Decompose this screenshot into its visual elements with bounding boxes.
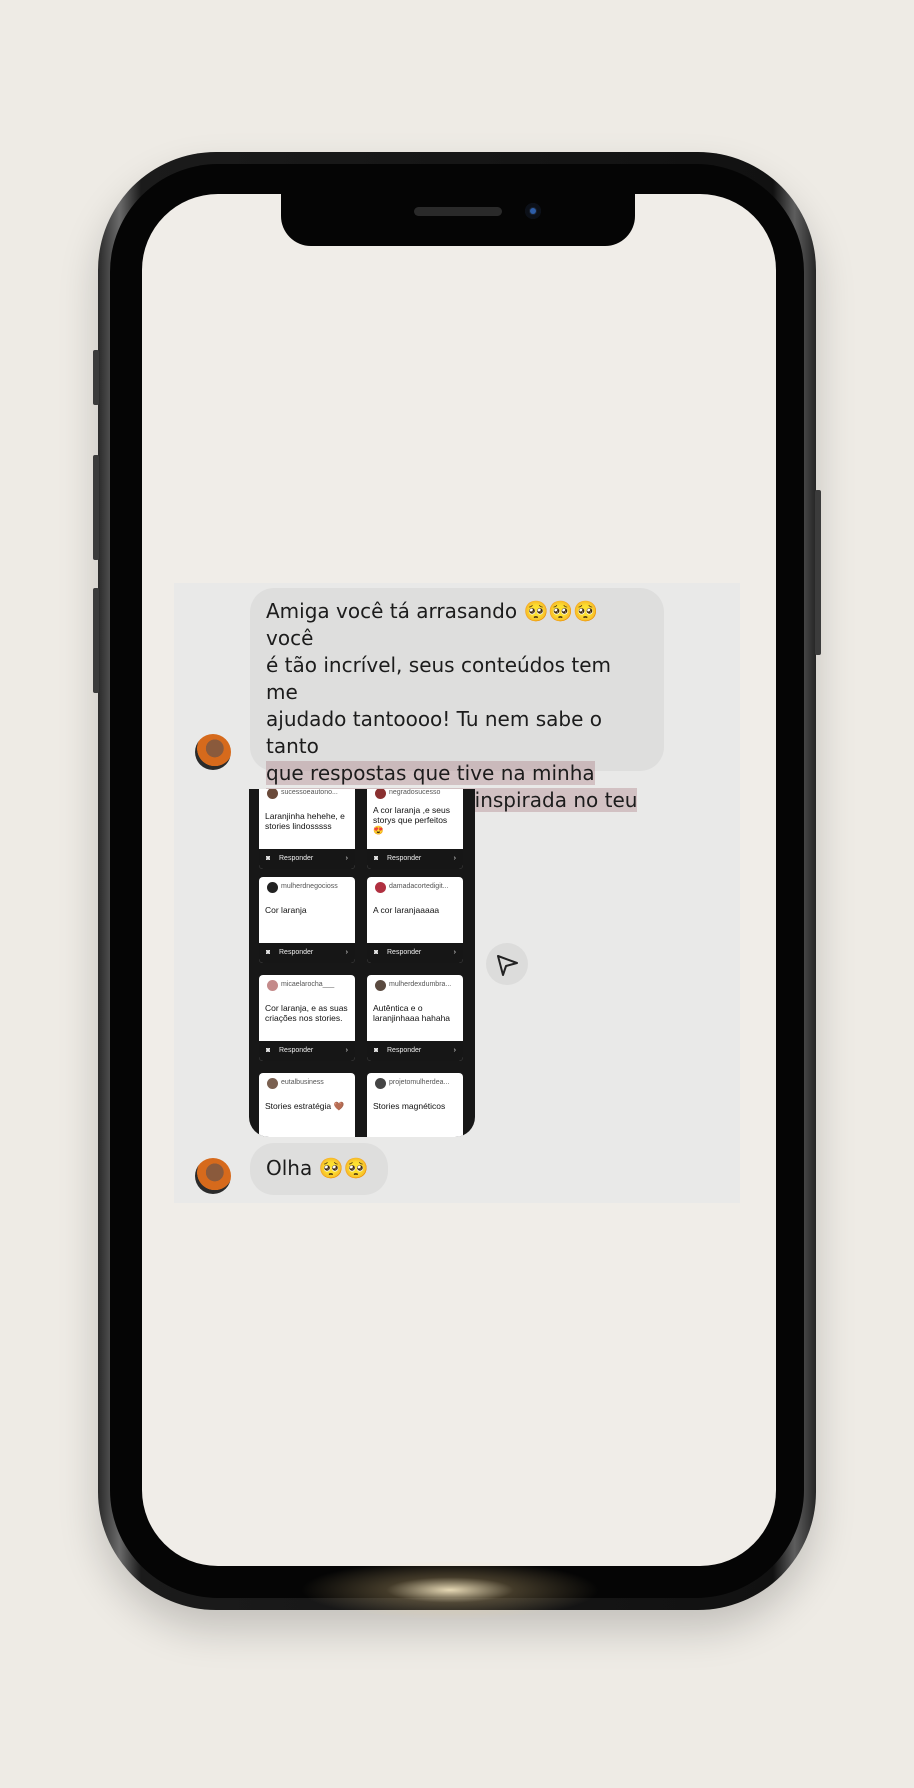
avatar — [375, 1078, 386, 1089]
story-reply-tile: mulherdnegocioss Cor laranja ◙ Responder › — [259, 877, 355, 963]
front-camera — [525, 203, 541, 219]
username: mulherdexdumbra... — [389, 981, 452, 988]
chevron-right-icon: › — [345, 949, 348, 956]
message-line: ajudado tantoooo! Tu nem sabe o tanto — [266, 707, 602, 758]
story-reply-tile: projetomulherdea... Stories magnéticos — [367, 1073, 463, 1137]
side-button-volume-up — [93, 455, 99, 560]
reply-bar: ◙ Responder › — [259, 943, 355, 963]
speaker — [414, 207, 502, 216]
chevron-right-icon: › — [453, 949, 456, 956]
story-reply-tile: mulherdexdumbra... Autêntica e o laranji… — [367, 975, 463, 1061]
story-reply-tile: micaelarocha___ Cor laranja, e as suas c… — [259, 975, 355, 1061]
side-button-silent — [93, 350, 99, 405]
reply-bar: ◙ Responder › — [259, 849, 355, 869]
reply-bar: ◙ Responder › — [367, 1041, 463, 1061]
message-line-highlighted: que respostas que tive na minha — [266, 761, 595, 785]
avatar — [195, 734, 231, 770]
username: damadacortedigit... — [389, 883, 449, 890]
username: projetomulherdea... — [389, 1079, 450, 1086]
username: micaelarocha___ — [281, 981, 335, 988]
reply-message: Cor laranja — [265, 905, 307, 915]
paper-plane-icon — [497, 955, 518, 976]
side-button-power — [815, 490, 821, 655]
camera-icon: ◙ — [266, 1047, 271, 1054]
avatar — [267, 789, 278, 799]
message-text: Olha 🥺🥺 — [266, 1156, 369, 1180]
camera-icon: ◙ — [374, 1047, 379, 1054]
light-glow — [300, 1560, 600, 1620]
reply-message: Laranjinha hehehe, e stories lindosssss — [265, 811, 345, 831]
story-reply-tile: sucessoeautono... Laranjinha hehehe, e s… — [259, 789, 355, 869]
story-replies-image[interactable]: sucessoeautono... Laranjinha hehehe, e s… — [249, 789, 475, 1137]
reply-bar: ◙ Responder › — [367, 849, 463, 869]
story-reply-tile: eutalbusiness Stories estratégia 🤎 — [259, 1073, 355, 1137]
story-reply-tile: damadacortedigit... A cor laranjaaaaa ◙ R… — [367, 877, 463, 963]
avatar — [375, 980, 386, 991]
side-button-volume-down — [93, 588, 99, 693]
username: sucessoeautono... — [281, 789, 338, 796]
chevron-right-icon: › — [453, 1047, 456, 1054]
camera-icon: ◙ — [374, 949, 379, 956]
avatar — [267, 1078, 278, 1089]
username: mulherdnegocioss — [281, 883, 338, 890]
reply-bar: ◙ Responder › — [259, 1041, 355, 1061]
chevron-right-icon: › — [345, 1047, 348, 1054]
avatar — [375, 789, 386, 799]
message-line: é tão incrível, seus conteúdos tem me — [266, 653, 612, 704]
message-line: Amiga você tá arrasando 🥺🥺🥺 você — [266, 599, 599, 650]
share-button[interactable] — [486, 943, 528, 985]
chevron-right-icon: › — [345, 855, 348, 862]
avatar — [267, 980, 278, 991]
reply-message: Stories magnéticos — [373, 1101, 446, 1111]
message-bubble: Olha 🥺🥺 — [250, 1143, 388, 1195]
notch — [281, 194, 635, 246]
avatar — [267, 882, 278, 893]
reply-message: Cor laranja, e as suas criações nos stor… — [265, 1003, 348, 1023]
camera-icon: ◙ — [266, 949, 271, 956]
reply-bar: ◙ Responder › — [367, 943, 463, 963]
camera-icon: ◙ — [374, 855, 379, 862]
reply-message: A cor laranjaaaaa — [373, 905, 440, 915]
story-reply-tile: negradosucesso A cor laranja ,e seus sto… — [367, 789, 463, 869]
username: negradosucesso — [389, 789, 441, 796]
message-bubble: Amiga você tá arrasando 🥺🥺🥺 você é tão i… — [250, 588, 664, 839]
camera-icon: ◙ — [266, 855, 271, 862]
avatar — [195, 1158, 231, 1194]
reply-message: A cor laranja ,e seus storys que perfeit… — [373, 805, 451, 835]
reply-message: Autêntica e o laranjinhaaa hahaha — [373, 1003, 451, 1023]
avatar — [375, 882, 386, 893]
chevron-right-icon: › — [453, 855, 456, 862]
reply-message: Stories estratégia 🤎 — [265, 1101, 345, 1111]
username: eutalbusiness — [281, 1079, 324, 1086]
